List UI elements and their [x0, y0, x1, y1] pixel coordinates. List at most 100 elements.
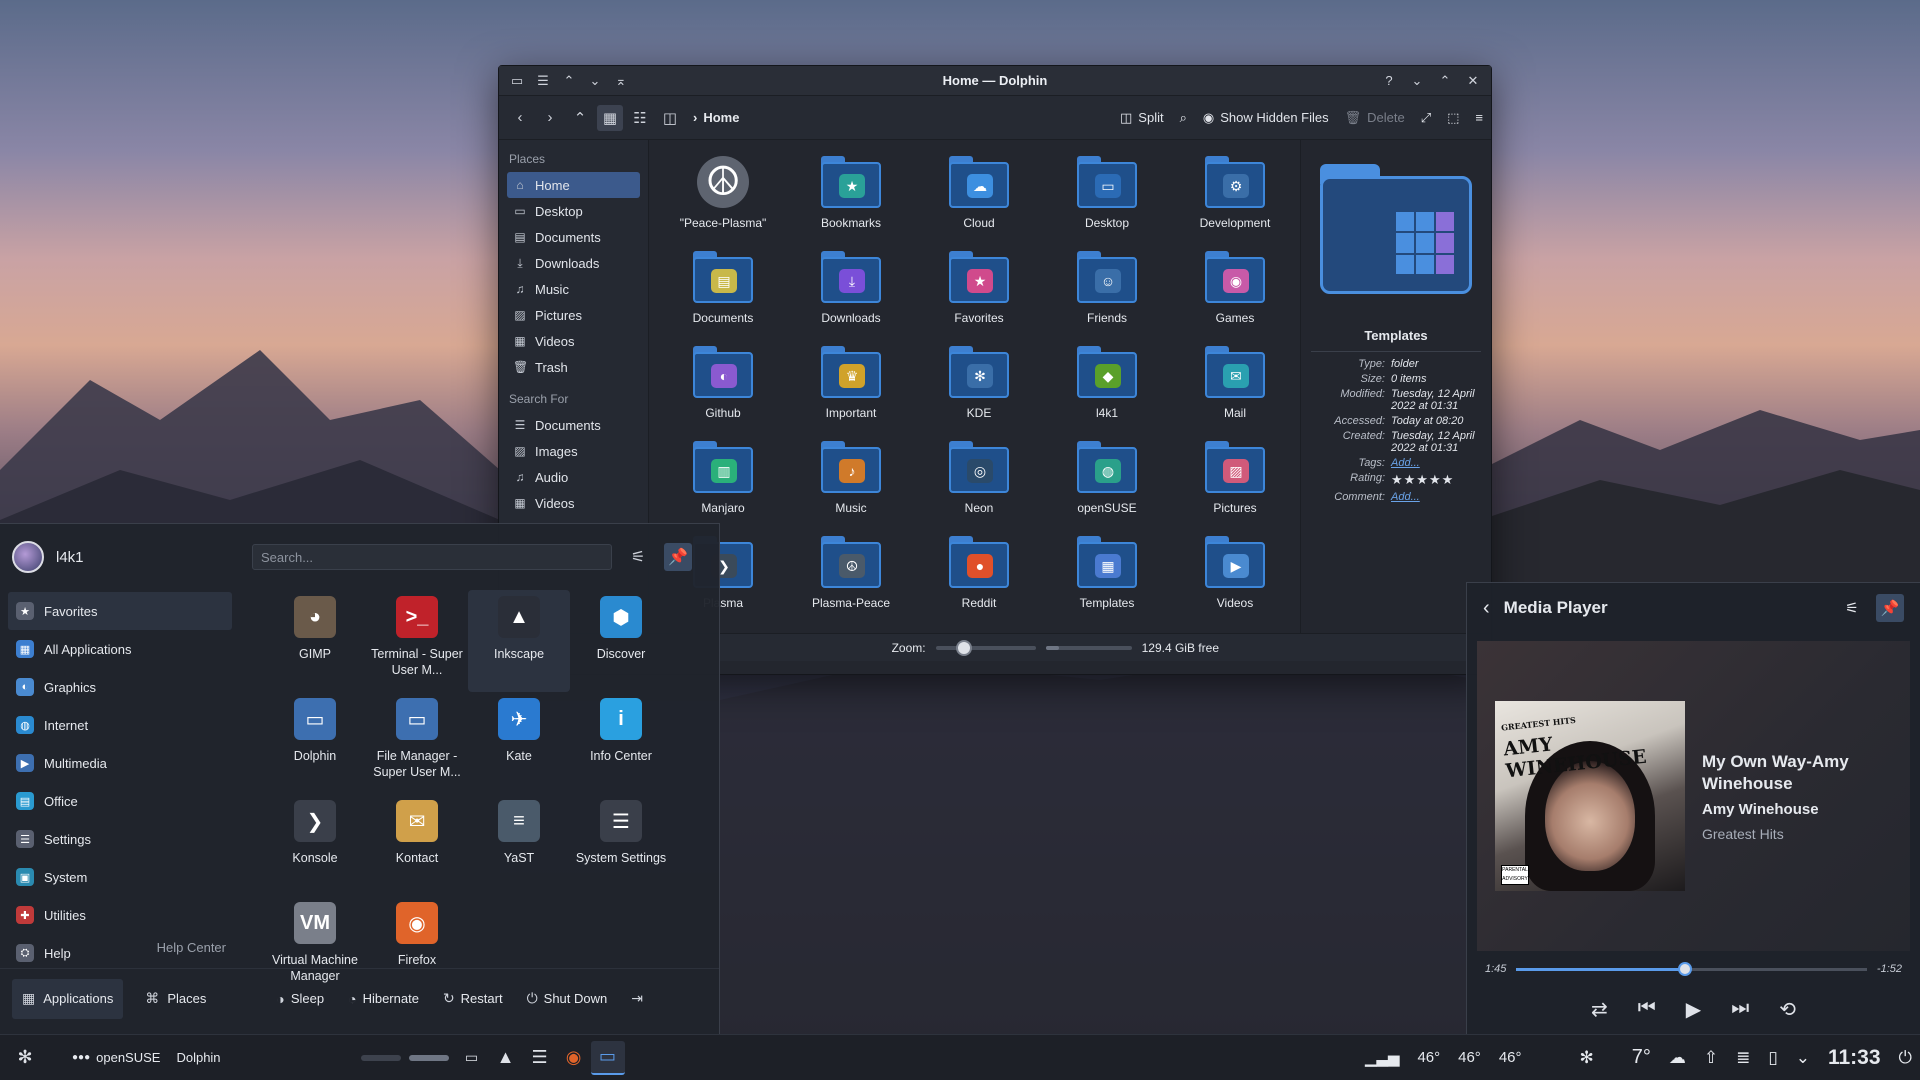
search-item-images[interactable]: ▨ Images — [507, 438, 640, 464]
keep-below-icon[interactable]: ⌄ — [585, 71, 605, 91]
file-item[interactable]: ⤓ Downloads — [787, 249, 915, 344]
file-item[interactable]: ✉ Mail — [1171, 344, 1299, 439]
file-item[interactable]: ▥ Manjaro — [659, 439, 787, 534]
app-info-center[interactable]: i Info Center — [570, 692, 672, 794]
category-settings[interactable]: ☰ Settings — [8, 820, 232, 858]
cpu-graph-icon[interactable]: ▁▃▅ — [1365, 1049, 1400, 1067]
file-item[interactable]: ◐ Github — [659, 344, 787, 439]
global-menu[interactable]: ●●● openSUSE Dolphin — [72, 1050, 221, 1065]
search-button[interactable]: ⌕ — [1180, 110, 1187, 126]
category-favorites[interactable]: ★ Favorites — [8, 592, 232, 630]
configure-icon[interactable]: ⚟ — [1838, 594, 1866, 622]
app-discover[interactable]: ⬢ Discover — [570, 590, 672, 692]
file-item[interactable]: ♛ Important — [787, 344, 915, 439]
dolphin-task-icon[interactable]: ▭ — [590, 1040, 625, 1075]
tab-applications[interactable]: ▦ Applications — [12, 978, 124, 1019]
file-item[interactable]: ▭ Desktop — [1043, 154, 1171, 249]
app-inkscape[interactable]: ▲ Inkscape — [468, 590, 570, 692]
temp-3[interactable]: 46° — [1499, 1049, 1522, 1066]
shutdown-button[interactable]: ⏻ Shut Down — [527, 990, 608, 1007]
avatar[interactable] — [12, 541, 44, 573]
app-file-manager-super-user-m[interactable]: ▭ File Manager - Super User M... — [366, 692, 468, 794]
category-all-applications[interactable]: ▦ All Applications — [8, 630, 232, 668]
file-item[interactable]: ★ Bookmarks — [787, 154, 915, 249]
pin-icon[interactable]: 📌 — [664, 543, 692, 571]
window-menu-icon[interactable]: ☰ — [533, 71, 553, 91]
keep-above-icon[interactable]: ⌃ — [559, 71, 579, 91]
sidebar-item-trash[interactable]: 🗑 Trash — [507, 354, 640, 380]
file-item[interactable]: ● Reddit — [915, 534, 1043, 629]
search-item-documents[interactable]: ☰ Documents — [507, 412, 640, 438]
repeat-icon[interactable]: ⟲ — [1779, 997, 1796, 1022]
category-graphics[interactable]: ◐ Graphics — [8, 668, 232, 706]
category-system[interactable]: ▣ System — [8, 858, 232, 896]
delete-button[interactable]: 🗑 Delete — [1345, 110, 1405, 126]
dolphin-mini-icon[interactable]: ▭ — [455, 1041, 489, 1075]
app-konsole[interactable]: ❯ Konsole — [264, 794, 366, 896]
show-hidden-button[interactable]: ◉ Show Hidden Files — [1203, 110, 1329, 126]
file-item[interactable]: ◆ l4k1 — [1043, 344, 1171, 439]
clipboard-icon[interactable]: ≣ — [1736, 1048, 1750, 1068]
file-item[interactable]: ☮ Plasma-Peace — [787, 534, 915, 629]
previous-icon[interactable]: ⏮ — [1638, 997, 1656, 1022]
breadcrumb-home[interactable]: Home — [703, 110, 739, 125]
forward-icon[interactable]: › — [537, 105, 563, 131]
battery-icon[interactable]: ▯ — [1768, 1048, 1777, 1068]
power-icon[interactable]: ⏻ — [1899, 1048, 1912, 1068]
firefox-task-icon[interactable]: ◉ — [557, 1041, 591, 1075]
app-virtual-machine-manager[interactable]: VM Virtual Machine Manager — [264, 896, 366, 998]
app-firefox[interactable]: ◉ Firefox — [366, 896, 468, 998]
shade-icon[interactable]: ⌅ — [611, 71, 631, 91]
maximize-button[interactable]: ⌃ — [1435, 71, 1455, 91]
inkscape-task-icon[interactable]: ▲ — [489, 1041, 523, 1075]
file-item[interactable]: ▦ Templates — [1043, 534, 1171, 629]
category-multimedia[interactable]: ▶ Multimedia — [8, 744, 232, 782]
clock[interactable]: 11:33 — [1828, 1046, 1881, 1070]
file-item[interactable]: ☮ "Peace-Plasma" — [659, 154, 787, 249]
app-dolphin[interactable]: ▭ Dolphin — [264, 692, 366, 794]
file-item[interactable]: ▤ Documents — [659, 249, 787, 344]
app-terminal-super-user-m[interactable]: >_ Terminal - Super User M... — [366, 590, 468, 692]
category-internet[interactable]: ◍ Internet — [8, 706, 232, 744]
file-item[interactable]: ◎ Neon — [915, 439, 1043, 534]
next-icon[interactable]: ⏭ — [1731, 997, 1749, 1022]
tray-expand-icon[interactable]: ⌄ — [1796, 1048, 1810, 1068]
file-item[interactable]: ▨ Pictures — [1171, 439, 1299, 534]
virtual-desktop-pager[interactable] — [360, 1054, 449, 1061]
comment-add-link[interactable]: Add... — [1391, 491, 1481, 503]
window-icon[interactable]: ▭ — [507, 71, 527, 91]
sidebar-item-home[interactable]: ⌂ Home — [507, 172, 640, 198]
tab-places[interactable]: ⌘ Places — [135, 979, 216, 1019]
app-gimp[interactable]: ◕ GIMP — [264, 590, 366, 692]
file-item[interactable]: ♪ Music — [787, 439, 915, 534]
leave-button[interactable]: ⇥ — [631, 990, 643, 1007]
search-item-videos[interactable]: ▦ Videos — [507, 490, 640, 516]
sleep-button[interactable]: ◑ Sleep — [276, 991, 324, 1007]
sidebar-item-downloads[interactable]: ⤓ Downloads — [507, 250, 640, 276]
shuffle-icon[interactable]: ⇄ — [1591, 997, 1608, 1022]
file-item[interactable]: ★ Favorites — [915, 249, 1043, 344]
select-icon[interactable]: ⬚ — [1447, 110, 1459, 126]
split-button[interactable]: ◫ Split — [1120, 110, 1164, 126]
category-office[interactable]: ▤ Office — [8, 782, 232, 820]
app-system-settings[interactable]: ☰ System Settings — [570, 794, 672, 896]
category-utilities[interactable]: ✚ Utilities — [8, 896, 232, 934]
temp-2[interactable]: 46° — [1458, 1049, 1481, 1066]
hibernate-button[interactable]: ◔ Hibernate — [348, 991, 419, 1007]
file-item[interactable]: ▶ Videos — [1171, 534, 1299, 629]
weather-temp[interactable]: 7° — [1632, 1046, 1651, 1069]
close-button[interactable]: ✕ — [1463, 71, 1483, 91]
minimize-button[interactable]: ⌄ — [1407, 71, 1427, 91]
back-icon[interactable]: ‹ — [1483, 597, 1490, 620]
compact-view-icon[interactable]: ☷ — [627, 105, 653, 131]
back-icon[interactable]: ‹ — [507, 105, 533, 131]
settings-task-icon[interactable]: ☰ — [523, 1041, 557, 1075]
app-kontact[interactable]: ✉ Kontact — [366, 794, 468, 896]
sidebar-item-music[interactable]: ♫ Music — [507, 276, 640, 302]
updates-icon[interactable]: ⇧ — [1704, 1048, 1718, 1068]
play-icon[interactable]: ▶ — [1686, 997, 1701, 1022]
configure-icon[interactable]: ⚟ — [624, 543, 652, 571]
details-view-icon[interactable]: ◫ — [657, 105, 683, 131]
sidebar-item-pictures[interactable]: ▨ Pictures — [507, 302, 640, 328]
launcher-icon[interactable]: ✻ — [8, 1041, 42, 1075]
